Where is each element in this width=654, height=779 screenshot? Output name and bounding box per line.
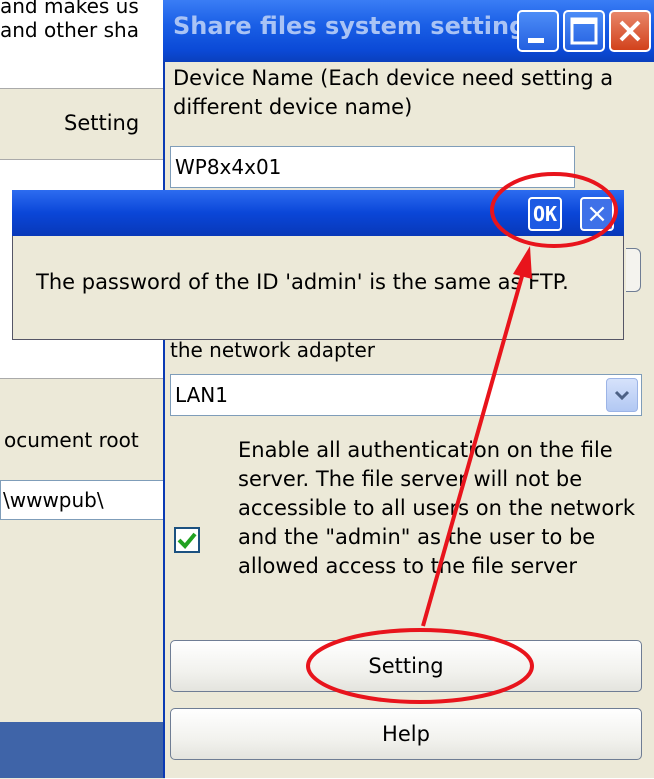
annotation-overlay [306,172,618,704]
setting-highlight-ellipse [306,628,534,704]
annotation-arrow-line [421,261,528,627]
ok-highlight-ellipse [490,172,618,248]
annotation-arrow-head [513,246,532,279]
